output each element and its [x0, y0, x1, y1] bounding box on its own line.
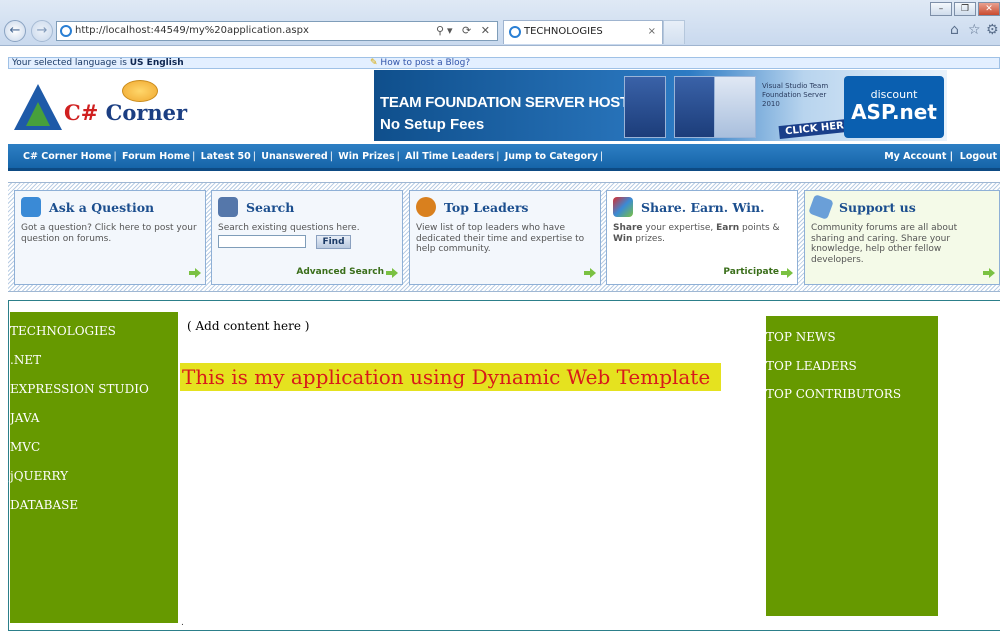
- logo-text: C# Corner: [64, 100, 188, 125]
- arrow-right-icon[interactable]: [189, 268, 201, 278]
- advanced-search-link[interactable]: Advanced Search: [296, 267, 384, 277]
- search-desc: Search existing questions here.: [218, 223, 360, 233]
- discount-aspnet-logo: discount ASP.net: [844, 76, 944, 138]
- blog-link-text: How to post a Blog?: [380, 58, 471, 68]
- arrow-right-icon[interactable]: [386, 268, 398, 278]
- share-earn-win-desc: Share your expertise, Earn points & Win …: [613, 223, 780, 244]
- address-bar[interactable]: http://localhost:44549/my%20application.…: [56, 21, 498, 41]
- product-box-icon: [624, 76, 666, 138]
- page-headline: This is my application using Dynamic Web…: [180, 363, 721, 391]
- top-leaders-card[interactable]: Top Leaders View list of top leaders who…: [409, 190, 601, 285]
- favorites-star-icon[interactable]: ☆: [968, 22, 981, 38]
- search-card: Search Search existing questions here. F…: [211, 190, 403, 285]
- close-window-button[interactable]: ✕: [978, 2, 1000, 16]
- arrow-right-icon[interactable]: [983, 268, 995, 278]
- binoculars-icon: [218, 197, 238, 217]
- arrow-right-icon[interactable]: [584, 268, 596, 278]
- brand-big-text: ASP.net: [851, 100, 937, 124]
- nav-win-prizes[interactable]: Win Prizes: [338, 151, 394, 162]
- logo-people-icon: [122, 80, 158, 102]
- feature-strip: Ask a Question Got a question? Click her…: [8, 182, 1000, 292]
- sidebar-item-top-contributors[interactable]: TOP CONTRIBUTORS: [766, 387, 901, 401]
- nav-forum-home[interactable]: Forum Home: [122, 151, 190, 162]
- product-box-icon: [674, 76, 716, 138]
- tab-technologies[interactable]: TECHNOLOGIES ×: [503, 20, 663, 44]
- brand-small-text: discount: [870, 88, 918, 101]
- medal-icon: [416, 197, 436, 217]
- left-sidebar: TECHNOLOGIES .NET EXPRESSION STUDIO JAVA…: [10, 312, 178, 623]
- sidebar-item-technologies[interactable]: TECHNOLOGIES: [10, 324, 116, 338]
- new-tab-button[interactable]: [663, 20, 685, 44]
- forward-button[interactable]: →: [31, 20, 53, 42]
- browser-chrome: – ❐ ✕ ← → http://localhost:44549/my%20ap…: [0, 0, 1000, 46]
- sidebar-item-top-leaders[interactable]: TOP LEADERS: [766, 359, 857, 373]
- ie-page-icon: [60, 25, 72, 37]
- sidebar-item-expression-studio[interactable]: EXPRESSION STUDIO: [10, 382, 149, 396]
- ask-question-title[interactable]: Ask a Question: [49, 200, 154, 215]
- top-leaders-desc: View list of top leaders who have dedica…: [416, 223, 585, 254]
- nav-links: C# Corner Home | Forum Home | Latest 50 | U…: [23, 151, 604, 162]
- support-us-desc: Community forums are all about sharing a…: [811, 223, 958, 265]
- csharp-corner-logo[interactable]: C# Corner: [14, 80, 187, 134]
- main-nav-bar: C# Corner Home | Forum Home | Latest 50 | U…: [8, 144, 1000, 171]
- right-sidebar: TOP NEWS TOP LEADERS TOP CONTRIBUTORS: [766, 316, 938, 616]
- back-button[interactable]: ←: [4, 20, 26, 42]
- top-leaders-title[interactable]: Top Leaders: [444, 200, 528, 215]
- sidebar-item-jquery[interactable]: jQUERRY: [10, 469, 68, 483]
- arrow-right-icon[interactable]: [781, 268, 793, 278]
- nav-csharp-corner-home[interactable]: C# Corner Home: [23, 151, 111, 162]
- home-icon[interactable]: ⌂: [950, 22, 959, 38]
- ask-question-card[interactable]: Ask a Question Got a question? Click her…: [14, 190, 206, 285]
- lightbulb-icon: ✎: [370, 58, 378, 68]
- sidebar-item-database[interactable]: DATABASE: [10, 498, 78, 512]
- content-dot: .: [181, 618, 184, 628]
- tools-gear-icon[interactable]: ⚙: [986, 22, 999, 38]
- ad-banner[interactable]: TEAM FOUNDATION SERVER HOSTING No Setup …: [374, 70, 947, 141]
- ask-question-desc: Got a question? Click here to post your …: [21, 223, 197, 244]
- search-title: Search: [246, 200, 295, 215]
- account-links: My Account | Logout: [884, 151, 997, 162]
- participate-link[interactable]: Participate: [723, 267, 779, 277]
- sidebar-item-dotnet[interactable]: .NET: [10, 353, 41, 367]
- product-box-icon: [714, 76, 756, 138]
- nav-jump-to-category[interactable]: Jump to Category: [505, 151, 598, 162]
- tab-title: TECHNOLOGIES: [524, 26, 603, 37]
- sidebar-item-top-news[interactable]: TOP NEWS: [766, 330, 836, 344]
- nav-latest-50[interactable]: Latest 50: [201, 151, 251, 162]
- selected-language: US English: [129, 58, 184, 68]
- support-icon: [808, 194, 834, 220]
- puzzle-icon: [613, 197, 633, 217]
- sidebar-item-java[interactable]: JAVA: [10, 411, 39, 425]
- banner-subline: No Setup Fees: [380, 116, 485, 133]
- language-prefix: Your selected language is: [12, 58, 130, 68]
- my-account-link[interactable]: My Account: [884, 151, 946, 162]
- blog-help-link[interactable]: ✎ How to post a Blog?: [370, 57, 470, 69]
- restore-button[interactable]: ❐: [954, 2, 976, 16]
- sidebar-item-mvc[interactable]: MVC: [10, 440, 40, 454]
- tab-ie-icon: [509, 26, 521, 38]
- search-input[interactable]: [218, 235, 306, 248]
- find-button[interactable]: Find: [316, 235, 351, 249]
- logout-link[interactable]: Logout: [960, 151, 997, 162]
- nav-all-time-leaders[interactable]: All Time Leaders: [405, 151, 494, 162]
- support-us-card[interactable]: Support us Community forums are all abou…: [804, 190, 1000, 285]
- minimize-button[interactable]: –: [930, 2, 952, 16]
- add-content-placeholder: ( Add content here ): [187, 319, 310, 333]
- address-actions-icon[interactable]: ⚲▾ ⟳ ✕: [436, 22, 493, 40]
- banner-headline: TEAM FOUNDATION SERVER HOSTING: [380, 94, 655, 111]
- banner-vs-text: Visual Studio Team Foundation Server 201…: [762, 82, 829, 108]
- support-us-title[interactable]: Support us: [839, 200, 916, 215]
- address-url: http://localhost:44549/my%20application.…: [75, 25, 309, 36]
- nav-unanswered[interactable]: Unanswered: [261, 151, 327, 162]
- share-earn-win-title: Share. Earn. Win.: [641, 200, 765, 215]
- logo-inner-triangle-icon: [26, 102, 50, 126]
- share-earn-win-card: Share. Earn. Win. Share your expertise, …: [606, 190, 798, 285]
- question-icon: [21, 197, 41, 217]
- language-bar: Your selected language is US English: [8, 57, 1000, 69]
- tab-close-icon[interactable]: ×: [648, 21, 656, 43]
